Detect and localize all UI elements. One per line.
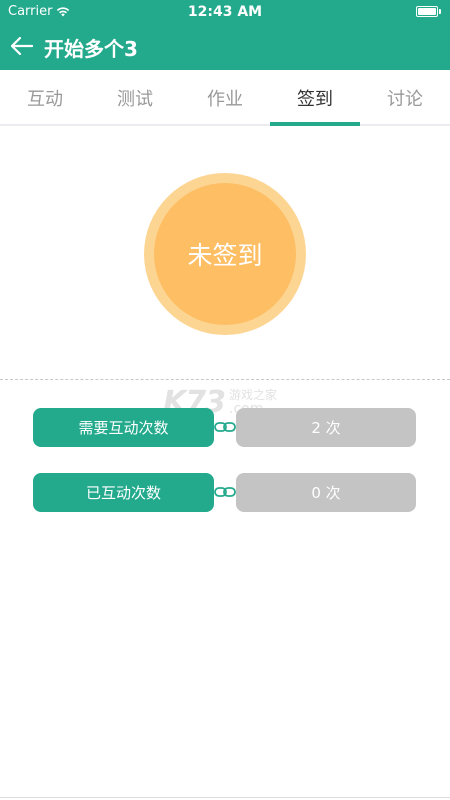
page-title: 开始多个3 [44, 37, 138, 61]
header: Carrier 12:43 AM 开始多个3 [0, 0, 450, 70]
back-arrow-icon [11, 37, 33, 55]
required-interactions-label: 需要互动次数 [33, 408, 214, 447]
tab-bar: 互动 测试 作业 签到 讨论 [0, 70, 450, 126]
active-tab-indicator [270, 122, 360, 126]
battery-icon [416, 6, 441, 17]
tab-homework[interactable]: 作业 [180, 70, 270, 126]
tab-signin[interactable]: 签到 [270, 70, 360, 126]
link-icon [214, 487, 236, 497]
nav-bar: 开始多个3 [0, 24, 450, 70]
back-button[interactable] [8, 32, 36, 60]
required-interactions-value: 2 次 [236, 408, 416, 447]
completed-interactions-label: 已互动次数 [33, 473, 214, 512]
tab-interaction[interactable]: 互动 [0, 70, 90, 126]
section-divider [0, 379, 450, 380]
signin-button[interactable]: 未签到 [154, 183, 296, 325]
watermark-text-top: 游戏之家 [229, 388, 278, 402]
tab-test[interactable]: 测试 [90, 70, 180, 126]
tab-discussion[interactable]: 讨论 [360, 70, 450, 126]
status-time: 12:43 AM [187, 4, 263, 20]
status-bar: Carrier 12:43 AM [0, 0, 450, 24]
completed-interactions-value: 0 次 [236, 473, 416, 512]
bottom-divider [0, 797, 450, 798]
signin-label: 未签到 [187, 241, 263, 270]
link-icon [214, 422, 236, 432]
